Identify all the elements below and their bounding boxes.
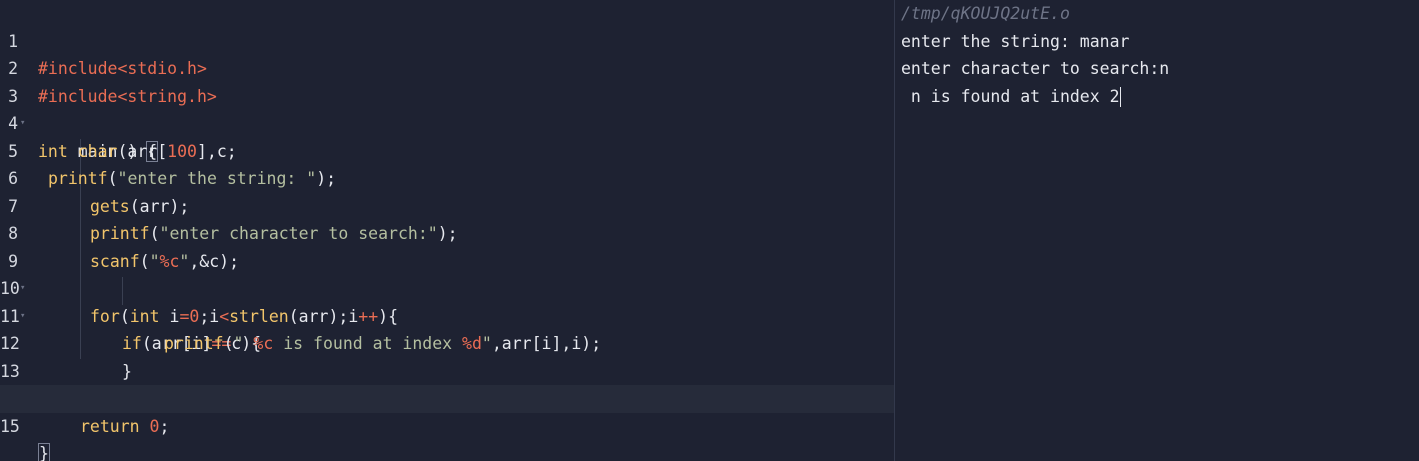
line-number: 15 (0, 416, 20, 436)
output-file-path: /tmp/qKOUJQ2utE.o (901, 4, 1070, 23)
code-line[interactable]: 3 ▾ int main() { (0, 55, 894, 162)
code-line[interactable]: 7 printf("enter character to search:"); (0, 165, 894, 244)
code-line[interactable]: 13 } (0, 330, 894, 409)
output-console[interactable]: /tmp/qKOUJQ2utE.o enter the string: mana… (895, 0, 1419, 461)
code-line[interactable]: 6 gets(arr); (0, 138, 894, 216)
code-line[interactable]: 2 #include<string.h> (0, 28, 894, 106)
code-line[interactable]: 1 #include<stdio.h> (0, 0, 894, 79)
code-line[interactable]: 12 } (0, 303, 894, 381)
ide-window: 1 #include<stdio.h> 2 #include<string.h>… (0, 0, 1419, 461)
code-line[interactable]: 10 ▾ if(arr[i]==c){ (0, 248, 894, 353)
code-line-active[interactable]: 15 } (0, 385, 894, 461)
code-line[interactable]: 8 scanf("%c",&c); (0, 193, 894, 271)
code-text: return 0; (80, 416, 170, 436)
code-line[interactable]: 5 printf("enter the string: "); (0, 110, 894, 189)
text-cursor (1119, 87, 1121, 107)
code-line[interactable]: 14 return 0; (0, 358, 894, 436)
code-line[interactable]: 4 char arr[100],c; (0, 83, 894, 161)
output-line: n is found at index 2 (901, 86, 1121, 107)
code-text: } (38, 440, 50, 461)
code-line[interactable]: 11 printf(" %c is found at index %d",arr… (0, 275, 894, 354)
code-line[interactable]: 9 ▾ for(int i=0;i<strlen(arr);i++){ (0, 220, 894, 326)
output-line: enter character to search:n (901, 59, 1170, 78)
code-editor[interactable]: 1 #include<stdio.h> 2 #include<string.h>… (0, 0, 894, 461)
output-line: enter the string: manar (901, 31, 1130, 51)
